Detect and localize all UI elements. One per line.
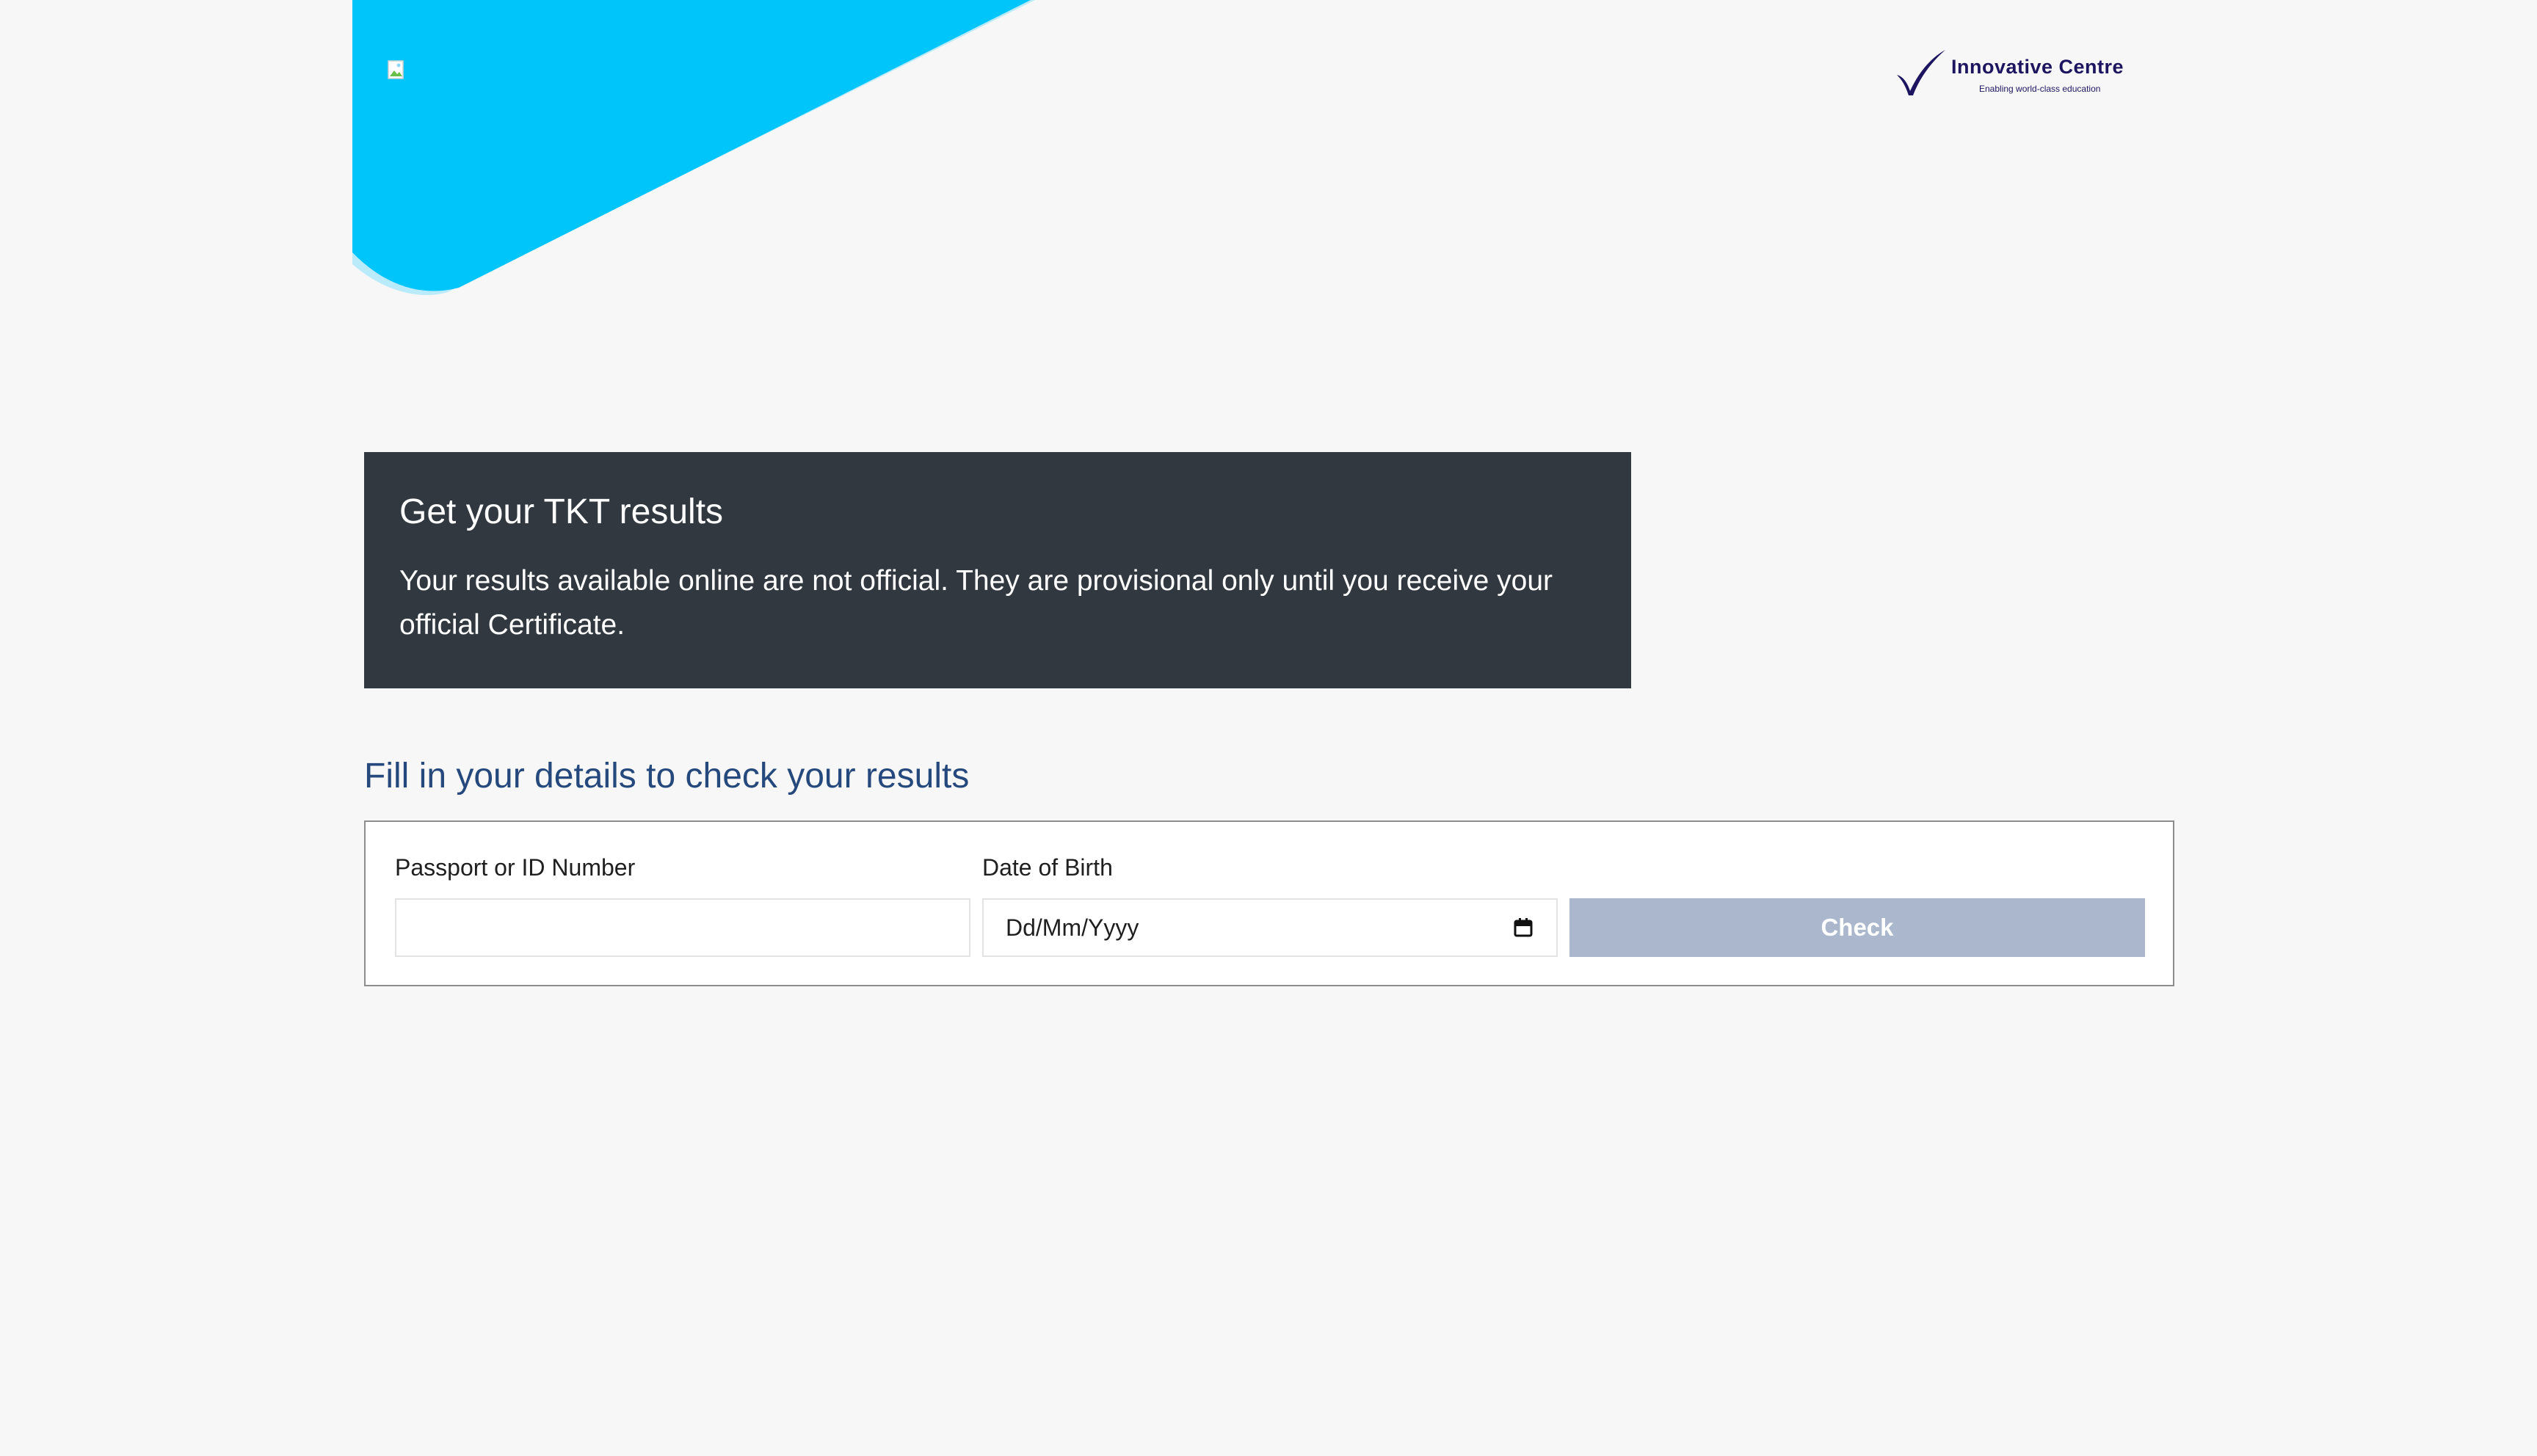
- brand-logo[interactable]: Innovative Centre Enabling world-class e…: [1895, 48, 2138, 100]
- form-heading: Fill in your details to check your resul…: [364, 757, 970, 796]
- brand-tagline: Enabling world-class education: [1979, 84, 2101, 94]
- brand-name: Innovative Centre: [1951, 56, 2124, 78]
- results-notice: Get your TKT results Your results availa…: [364, 452, 1631, 688]
- results-form: Passport or ID Number Date of Birth Dd/M…: [364, 820, 2174, 986]
- notice-title: Get your TKT results: [399, 492, 724, 531]
- header-banner-graphic: [352, 0, 1035, 296]
- dob-placeholder: Dd/Mm/Yyyy: [1006, 914, 1139, 941]
- broken-image-icon: [388, 60, 411, 82]
- passport-input[interactable]: [395, 898, 970, 957]
- header-banner-fill: [352, 0, 1031, 291]
- header-banner-shape: [352, 0, 1035, 301]
- dob-label: Date of Birth: [982, 854, 1113, 881]
- check-button[interactable]: Check: [1569, 898, 2145, 957]
- checkmark-logo-icon: [1897, 50, 1945, 95]
- passport-label: Passport or ID Number: [395, 854, 636, 881]
- notice-body: Your results available online are not of…: [399, 565, 1553, 641]
- dob-input[interactable]: Dd/Mm/Yyyy: [982, 898, 1558, 957]
- calendar-icon[interactable]: [1512, 917, 1534, 939]
